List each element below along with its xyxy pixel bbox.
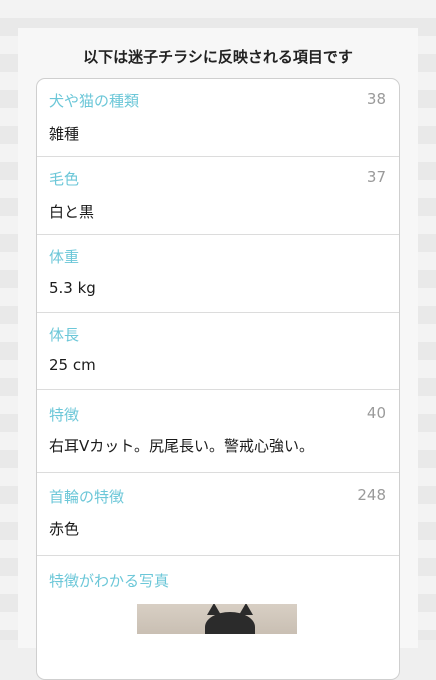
field-label: 特徴 (49, 406, 80, 424)
field-value: 赤色 (49, 520, 80, 538)
field-value: 白と黒 (49, 203, 95, 221)
field-row-length[interactable]: 体長 25 cm (37, 313, 399, 390)
char-count: 38 (366, 90, 386, 108)
flyer-fields-card: 犬や猫の種類 38 雑種 毛色 37 白と黒 体重 5.3 kg 体長 25 c… (36, 78, 400, 680)
char-count: 37 (366, 168, 386, 186)
field-value: 25 cm (49, 356, 96, 374)
field-label: 犬や猫の種類 (49, 92, 140, 110)
field-value: 雑種 (49, 125, 80, 143)
field-row-fur-color[interactable]: 毛色 37 白と黒 (37, 157, 399, 235)
char-count: 40 (366, 404, 386, 422)
field-row-collar[interactable]: 首輪の特徴 248 赤色 (37, 473, 399, 556)
cat-icon (205, 604, 255, 634)
field-label: 首輪の特徴 (49, 488, 125, 506)
cat-photo-thumbnail[interactable] (137, 604, 297, 634)
field-value: 5.3 kg (49, 279, 96, 297)
field-value: 右耳Vカット。尻尾長い。警戒心強い。 (49, 437, 314, 455)
page-title: 以下は迷子チラシに反映される項目です (83, 48, 353, 66)
field-row-features[interactable]: 特徴 40 右耳Vカット。尻尾長い。警戒心強い。 (37, 390, 399, 473)
flyer-preview-sheet: 以下は迷子チラシに反映される項目です 犬や猫の種類 38 雑種 毛色 37 白と… (18, 28, 418, 680)
field-label: 特徴がわかる写真 (49, 572, 170, 590)
field-row-weight[interactable]: 体重 5.3 kg (37, 235, 399, 313)
field-label: 体長 (49, 326, 80, 344)
field-row-breed[interactable]: 犬や猫の種類 38 雑種 (37, 79, 399, 157)
field-row-photo[interactable]: 特徴がわかる写真 (37, 556, 399, 679)
field-label: 毛色 (49, 170, 80, 188)
char-count: 248 (357, 486, 386, 504)
field-label: 体重 (49, 248, 80, 266)
